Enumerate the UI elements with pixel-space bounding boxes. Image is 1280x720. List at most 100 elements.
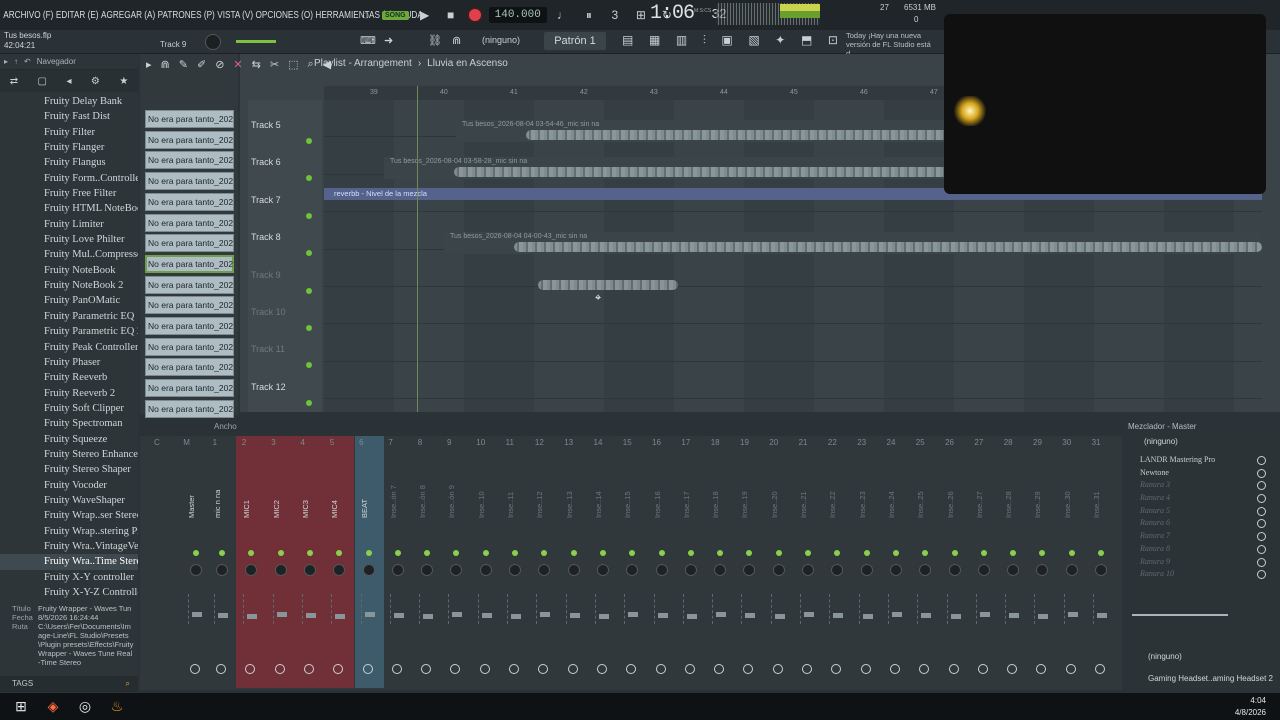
- insert-enable-led[interactable]: [1068, 550, 1075, 556]
- plugin-list-item[interactable]: Fruity Stereo Shaper: [0, 462, 138, 477]
- mixer-insert[interactable]: Inse..18: [706, 466, 735, 676]
- picker-clip[interactable]: No era para tanto_2026-: [145, 254, 234, 273]
- mixer-insert[interactable]: Inse..29: [1028, 466, 1057, 676]
- plugin-list-item[interactable]: Fruity Wra..VintageVerb: [0, 539, 138, 554]
- slot-enable-icon[interactable]: [1257, 468, 1266, 478]
- volume-fader[interactable]: [331, 594, 347, 624]
- fader-cap[interactable]: [1038, 614, 1049, 619]
- fader-cap[interactable]: [218, 613, 228, 618]
- fader-cap[interactable]: [774, 614, 785, 619]
- arrangement-name[interactable]: Lluvia en Ascenso: [427, 58, 508, 69]
- fader-cap[interactable]: [657, 613, 668, 618]
- insert-name[interactable]: MIC3: [301, 470, 313, 518]
- track-enable-led[interactable]: [306, 399, 312, 406]
- fader-cap[interactable]: [628, 612, 639, 617]
- volume-fader[interactable]: [770, 594, 787, 624]
- route-toggle[interactable]: [450, 664, 461, 674]
- piano-roll-icon[interactable]: ▦: [649, 33, 660, 49]
- route-toggle[interactable]: [596, 664, 607, 674]
- insert-enable-led[interactable]: [365, 550, 372, 556]
- fl-studio-icon[interactable]: ♨: [106, 697, 128, 717]
- volume-fader[interactable]: [917, 594, 933, 624]
- mixer-insert[interactable]: Inse..10: [472, 466, 501, 676]
- mixer-insert[interactable]: Inse..17: [677, 466, 706, 676]
- route-toggle[interactable]: [509, 664, 519, 674]
- mixer-preset-select[interactable]: (ninguno): [1124, 435, 1280, 448]
- mixer-insert[interactable]: Inse..11: [501, 466, 530, 676]
- mixer-insert[interactable]: Inse..23: [853, 466, 882, 676]
- step-edit-icon[interactable]: ⊞: [631, 5, 651, 25]
- picker-clip[interactable]: No era para tanto_2026-: [145, 213, 234, 232]
- plugin-list-item[interactable]: Fruity WaveShaper: [0, 493, 138, 508]
- insert-enable-led[interactable]: [599, 550, 606, 556]
- plugin-list-item[interactable]: Fruity NoteBook: [0, 263, 138, 278]
- fader-cap[interactable]: [804, 612, 814, 617]
- plugin-list-item[interactable]: Fruity X-Y controller: [0, 570, 138, 585]
- browser-icon[interactable]: ▧: [748, 33, 759, 49]
- insert-name[interactable]: Inse..15: [623, 470, 635, 518]
- insert-name[interactable]: mic n na: [213, 470, 225, 518]
- pan-knob[interactable]: [216, 564, 228, 576]
- plugin-list-item[interactable]: Fruity Flanger: [0, 140, 138, 155]
- slot-enable-icon[interactable]: [1257, 481, 1266, 491]
- picker-clip[interactable]: No era para tanto_2026-: [145, 399, 234, 418]
- route-toggle[interactable]: [831, 664, 842, 674]
- record-button[interactable]: [466, 7, 483, 23]
- pan-knob[interactable]: [1007, 564, 1020, 576]
- mixer-insert[interactable]: Inse..20: [765, 466, 794, 676]
- picker-clip[interactable]: No era para tanto_2026-: [145, 130, 234, 149]
- route-toggle[interactable]: [889, 664, 900, 674]
- volume-fader[interactable]: [565, 594, 582, 624]
- pan-knob[interactable]: [421, 564, 434, 576]
- slot-enable-icon[interactable]: [1257, 494, 1266, 504]
- fader-cap[interactable]: [364, 612, 375, 617]
- plugin-list-item[interactable]: Fruity Soft Clipper: [0, 401, 138, 416]
- insert-enable-led[interactable]: [193, 550, 199, 556]
- volume-fader[interactable]: [301, 594, 318, 624]
- mixer-insert[interactable]: Inse..ón 8: [413, 466, 442, 676]
- plugin-list-item[interactable]: Fruity Vocoder: [0, 478, 138, 493]
- slice-tool-icon[interactable]: ✂: [270, 58, 279, 71]
- obs-icon[interactable]: ◎: [74, 697, 96, 717]
- picker-clip[interactable]: No era para tanto_2026-: [145, 358, 234, 377]
- browser-view-icon[interactable]: ⇄: [10, 76, 18, 87]
- track-enable-led[interactable]: [306, 212, 312, 219]
- volume-fader[interactable]: [419, 594, 435, 624]
- mixer-insert[interactable]: mic n na: [208, 466, 237, 676]
- volume-fader[interactable]: [214, 594, 230, 624]
- menu-item[interactable]: OPCIONES (O): [256, 10, 313, 21]
- volume-fader[interactable]: [858, 594, 875, 624]
- track-enable-led[interactable]: [306, 250, 312, 257]
- song-mode-badge[interactable]: SONG: [382, 10, 409, 20]
- plugin-list-item[interactable]: Fruity Squeeze: [0, 432, 138, 447]
- track-enable-led[interactable]: [306, 325, 312, 331]
- plugin-list-item[interactable]: Fruity Reeverb: [0, 370, 138, 385]
- insert-name[interactable]: Inse..26: [946, 470, 958, 518]
- insert-name[interactable]: Inse..31: [1092, 470, 1104, 518]
- fader-cap[interactable]: [247, 614, 258, 619]
- insert-enable-led[interactable]: [394, 550, 401, 556]
- route-toggle[interactable]: [479, 664, 490, 674]
- pan-knob[interactable]: [1065, 564, 1078, 576]
- volume-fader[interactable]: [1063, 594, 1080, 624]
- pan-knob[interactable]: [1095, 564, 1107, 576]
- volume-fader[interactable]: [1093, 594, 1109, 624]
- mixer-insert[interactable]: Inse..31: [1087, 466, 1116, 676]
- eq-preset-select[interactable]: (ninguno): [1148, 652, 1182, 661]
- plugin-list-item[interactable]: Fruity Wrap..stering Pro: [0, 524, 138, 539]
- arrow-icon[interactable]: ➜: [384, 34, 400, 48]
- picker-clip[interactable]: No era para tanto_2026-: [145, 110, 234, 128]
- draw-tool-icon[interactable]: ✎: [179, 58, 188, 71]
- mixer-insert[interactable]: Inse..25: [911, 466, 940, 676]
- plugin-list-item[interactable]: Fruity X-Y-Z Controller: [0, 585, 138, 600]
- route-toggle[interactable]: [421, 664, 432, 674]
- fader-cap[interactable]: [1067, 612, 1078, 617]
- render-icon[interactable]: ⬒: [801, 33, 812, 49]
- browser-plugin-icon[interactable]: ⚙: [91, 76, 100, 87]
- insert-enable-led[interactable]: [922, 550, 929, 556]
- fader-cap[interactable]: [891, 612, 902, 617]
- pan-knob[interactable]: [889, 564, 902, 576]
- track-name[interactable]: Track 5: [251, 120, 281, 130]
- browser-files-icon[interactable]: ▢: [38, 76, 47, 87]
- insert-name[interactable]: Inse..ón 7: [389, 470, 401, 518]
